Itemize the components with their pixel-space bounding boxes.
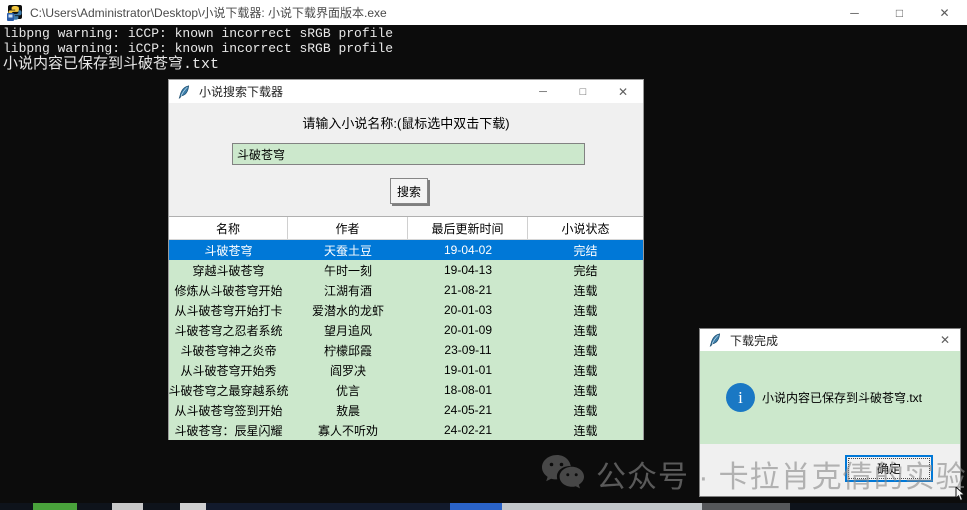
table-cell: 连载 [573, 283, 598, 298]
table-cell: 19-01-01 [443, 363, 493, 377]
table-cell: 爱潜水的龙虾 [311, 303, 384, 318]
table-row[interactable]: 斗破苍穹之最穿越系统 优言 18-08-01 连载 [169, 380, 643, 400]
column-header[interactable]: 名称 [169, 217, 288, 239]
taskbar-icon-fragment [702, 503, 790, 510]
console-minimize-button[interactable]: ─ [832, 0, 877, 25]
table-cell: 望月追风 [323, 323, 372, 338]
table-body: 斗破苍穹 天蚕土豆 19-04-02 完结 穿越斗破苍穹 午时一刻 19-04-13 完结 修炼… [169, 240, 643, 440]
dialog-title: 下载完成 [730, 333, 779, 348]
taskbar-icon-fragment [33, 503, 77, 510]
table-row[interactable]: 斗破苍穹神之炎帝 柠檬邱霞 23-09-11 连载 [169, 340, 643, 360]
table-cell: 天蚕土豆 [323, 243, 372, 258]
table-cell: 从斗破苍穹签到开始 [174, 403, 283, 418]
ok-button-label: 确定 [848, 458, 930, 479]
dialog-body: i 小说内容已保存到斗破苍穹.txt [700, 351, 960, 444]
column-header[interactable]: 作者 [288, 217, 408, 239]
table-cell: 江湖有酒 [323, 283, 372, 298]
table-cell: 斗破苍穹之忍者系统 [174, 323, 283, 338]
table-row[interactable]: 斗破苍穹：辰星闪耀 寡人不听劝 24-02-21 连载 [169, 420, 643, 440]
info-icon: i [726, 383, 755, 412]
table-cell: 从斗破苍穹开始秀 [180, 363, 277, 378]
table-cell: 连载 [573, 303, 598, 318]
prompt-label: 请输入小说名称:(鼠标选中双击下载) [302, 116, 510, 131]
table-cell: 完结 [573, 243, 598, 258]
search-button[interactable]: 搜索 [390, 178, 428, 204]
table-cell: 穿越斗破苍穹 [192, 263, 265, 278]
search-results-table: 名称 作者 最后更新时间 小说状态 斗破苍穹 天蚕土豆 19-04-02 完结 穿越斗破苍穹午… [169, 216, 643, 440]
table-cell: 21-08-21 [443, 283, 493, 297]
table-cell: 23-09-11 [444, 343, 492, 357]
novel-downloader-window: 小说搜索下载器 ─ □ ✕ 请输入小说名称:(鼠标选中双击下载) 搜索 名称作者… [168, 79, 644, 440]
tk-feather-icon [178, 84, 190, 99]
console-output: libpng warning: iCCP: known incorrect sR… [3, 26, 393, 74]
dialog-titlebar: 下载完成 ✕ [700, 329, 960, 351]
console-log-line: libpng warning: iCCP: known incorrect sR… [3, 26, 394, 41]
table-cell: 修炼从斗破苍穹开始 [174, 283, 283, 298]
table-cell: 从斗破苍穹开始打卡 [174, 303, 283, 318]
table-row[interactable]: 斗破苍穹 天蚕土豆 19-04-02 完结 [169, 240, 643, 260]
taskbar-icon-fragment [502, 503, 702, 510]
table-cell: 24-02-21 [443, 423, 493, 437]
console-window-title: C:\Users\Administrator\Desktop\小说下载器: 小说… [30, 6, 387, 20]
table-cell: 20-01-09 [443, 323, 493, 337]
table-row[interactable]: 斗破苍穹之忍者系统 望月追风 20-01-09 连载 [169, 320, 643, 340]
table-cell: 午时一刻 [323, 263, 372, 278]
console-log-line: 小说内容已保存到斗破苍穹.txt [3, 56, 220, 73]
table-cell: 斗破苍穹：辰星闪耀 [174, 423, 283, 438]
table-cell: 斗破苍穹之最穿越系统 [169, 383, 288, 398]
table-cell: 连载 [573, 383, 598, 398]
table-cell: 寡人不听劝 [317, 423, 378, 438]
taskbar-icon-fragment [450, 503, 502, 510]
table-cell: 完结 [573, 263, 598, 278]
table-cell: 19-04-13 [443, 263, 493, 277]
taskbar-sliver [0, 503, 967, 510]
wechat-icon [542, 455, 584, 489]
search-input[interactable] [232, 143, 585, 165]
table-cell: 连载 [573, 403, 598, 418]
console-log-line: libpng warning: iCCP: known incorrect sR… [3, 41, 394, 56]
table-cell: 连载 [573, 423, 598, 438]
main-window-titlebar: 小说搜索下载器 ─ □ ✕ [169, 80, 643, 103]
table-row[interactable]: 从斗破苍穹开始打卡 爱潜水的龙虾 20-01-03 连载 [169, 300, 643, 320]
table-cell: 敖晨 [335, 403, 360, 418]
dialog-message: 小说内容已保存到斗破苍穹.txt [762, 391, 923, 405]
main-minimize-button[interactable]: ─ [523, 80, 563, 103]
ok-button[interactable]: 确定 [845, 455, 933, 482]
table-cell: 连载 [573, 343, 598, 358]
download-complete-dialog: 下载完成 ✕ i 小说内容已保存到斗破苍穹.txt 确定 [699, 328, 961, 497]
table-cell: 连载 [573, 323, 598, 338]
table-cell: 20-01-03 [443, 303, 493, 317]
table-cell: 柠檬邱霞 [323, 343, 372, 358]
main-window-title: 小说搜索下载器 [199, 85, 284, 99]
table-cell: 优言 [335, 383, 360, 398]
table-cell: 24-05-21 [443, 403, 493, 417]
table-cell: 阎罗决 [329, 363, 366, 378]
mouse-cursor [955, 487, 966, 502]
table-cell: 19-04-02 [443, 243, 493, 257]
main-close-button[interactable]: ✕ [603, 80, 643, 103]
table-row[interactable]: 修炼从斗破苍穹开始 江湖有酒 21-08-21 连载 [169, 280, 643, 300]
table-cell: 斗破苍穹 [204, 243, 253, 258]
info-glyph: i [738, 387, 743, 407]
taskbar-icon-fragment [206, 503, 450, 510]
table-row[interactable]: 从斗破苍穹签到开始 敖晨 24-05-21 连载 [169, 400, 643, 420]
table-header-row: 名称 作者 最后更新时间 小说状态 [169, 217, 643, 240]
taskbar-icon-fragment [180, 503, 206, 510]
tk-feather-icon [709, 333, 721, 347]
table-cell: 斗破苍穹神之炎帝 [180, 343, 277, 358]
main-maximize-button[interactable]: □ [563, 80, 603, 103]
table-row[interactable]: 从斗破苍穹开始秀 阎罗决 19-01-01 连载 [169, 360, 643, 380]
dialog-close-button[interactable]: ✕ [930, 329, 960, 352]
table-cell: 连载 [573, 363, 598, 378]
console-close-button[interactable]: ✕ [922, 0, 967, 25]
table-cell: 18-08-01 [443, 383, 493, 397]
table-row[interactable]: 穿越斗破苍穹 午时一刻 19-04-13 完结 [169, 260, 643, 280]
column-header[interactable]: 最后更新时间 [408, 217, 528, 239]
python-console-icon [7, 4, 22, 21]
column-header[interactable]: 小说状态 [528, 217, 643, 239]
console-titlebar: C:\Users\Administrator\Desktop\小说下载器: 小说… [0, 0, 967, 25]
taskbar-icon-fragment [112, 503, 143, 510]
console-maximize-button[interactable]: □ [877, 0, 922, 25]
